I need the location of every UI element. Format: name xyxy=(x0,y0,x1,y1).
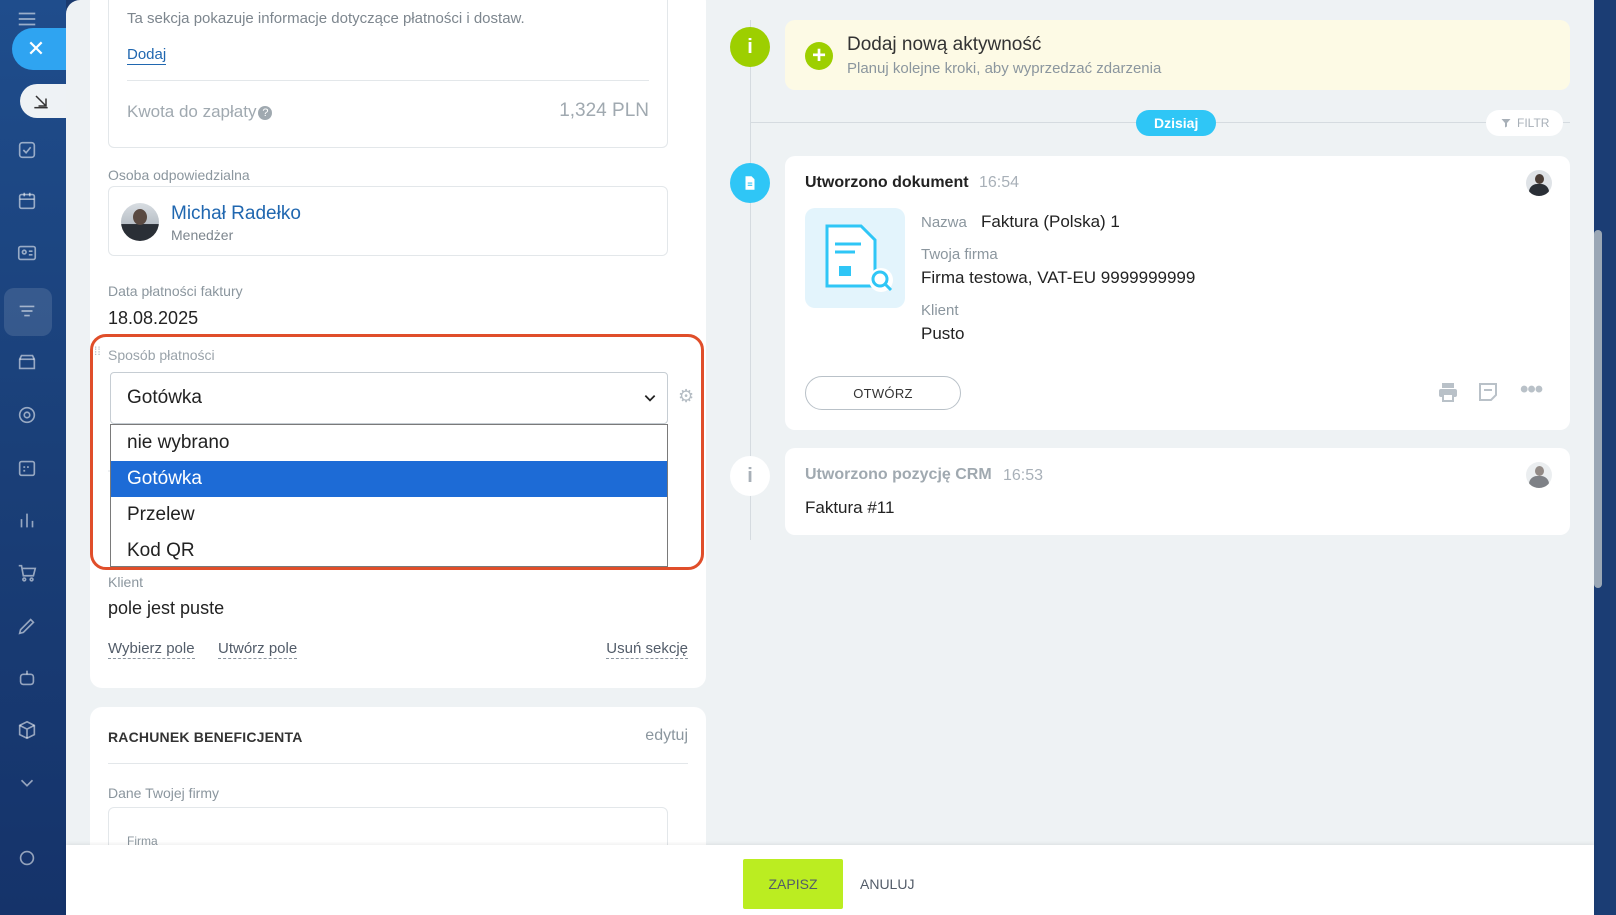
crm-event-title: Utworzono pozycję CRM xyxy=(805,466,992,483)
payment-delivery-box: Ta sekcja pokazuje informacje dotyczące … xyxy=(108,0,668,148)
store-icon[interactable] xyxy=(14,349,40,375)
beneficiary-title: RACHUNEK BENEFICJENTA xyxy=(108,729,303,745)
company-data-label: Dane Twojej firmy xyxy=(108,785,220,801)
crm-event-body: Faktura #11 xyxy=(805,498,895,517)
payment-info-text: Ta sekcja pokazuje informacje dotyczące … xyxy=(127,10,525,27)
amount-value: 1,324 PLN xyxy=(559,100,649,121)
target-icon[interactable] xyxy=(14,402,40,428)
sign-icon[interactable] xyxy=(14,613,40,639)
robot-icon[interactable] xyxy=(14,665,40,691)
help-icon[interactable]: ? xyxy=(258,105,273,120)
filter-label: FILTR xyxy=(1517,116,1550,130)
doc-company-value: Firma testowa, VAT-EU 9999999999 xyxy=(921,268,1196,287)
invoice-preview-icon[interactable] xyxy=(805,208,905,308)
close-icon: ✕ xyxy=(26,36,46,61)
responsible-label: Osoba odpowiedzialna xyxy=(108,167,250,183)
beneficiary-edit-link[interactable]: edytuj xyxy=(645,727,688,745)
amount-label: Kwota do zapłaty? xyxy=(127,102,273,122)
print-icon[interactable] xyxy=(1436,380,1460,404)
responsible-person-box[interactable]: Michał Radełko Menedżer xyxy=(108,186,668,256)
due-date-label: Data płatności faktury xyxy=(108,283,243,299)
responsible-name[interactable]: Michał Radełko xyxy=(171,203,301,225)
schedule-icon[interactable] xyxy=(14,455,40,481)
info-icon: i xyxy=(730,456,770,496)
app-sidebar xyxy=(0,0,66,915)
contact-card-icon[interactable] xyxy=(14,240,40,266)
save-button[interactable]: ZAPISZ xyxy=(743,859,843,909)
divider xyxy=(108,763,688,764)
filter-icon xyxy=(1501,119,1511,128)
cancel-button[interactable]: ANULUJ xyxy=(860,859,914,909)
new-activity-card[interactable]: + Dodaj nową aktywność Planuj kolejne kr… xyxy=(785,20,1570,90)
chevron-down-icon[interactable] xyxy=(14,770,40,796)
tasks-icon[interactable] xyxy=(14,137,40,163)
responsible-role: Menedżer xyxy=(171,227,234,243)
doc-name-value: Faktura (Polska) 1 xyxy=(981,212,1120,231)
doc-event-title: Utworzono dokument xyxy=(805,174,969,191)
client-value: pole jest puste xyxy=(108,598,225,618)
crm-funnel-icon[interactable] xyxy=(14,298,40,324)
doc-name-label: Nazwa xyxy=(921,214,967,231)
crm-event-time: 16:53 xyxy=(1003,467,1044,484)
settings-icon[interactable] xyxy=(14,845,40,871)
box-icon[interactable] xyxy=(14,717,40,743)
avatar xyxy=(121,203,159,241)
avatar xyxy=(1526,170,1552,196)
note-icon[interactable] xyxy=(1476,380,1500,404)
client-label: Klient xyxy=(108,574,144,590)
arrow-down-right-icon xyxy=(34,95,48,109)
avatar xyxy=(1526,462,1552,488)
crm-item-created-card: Utworzono pozycję CRM 16:53 Faktura #11 xyxy=(785,448,1570,535)
scrollbar[interactable] xyxy=(1594,230,1602,588)
highlight-annotation xyxy=(90,334,704,570)
close-slider-button[interactable]: ✕ xyxy=(12,28,68,70)
doc-client-value: Pusto xyxy=(921,324,965,343)
create-field-link[interactable]: Utwórz pole xyxy=(218,640,298,659)
more-options-icon[interactable]: ••• xyxy=(1520,378,1550,404)
cart-icon[interactable] xyxy=(14,560,40,586)
info-icon: i xyxy=(730,27,770,67)
doc-company-label: Twoja firma xyxy=(921,246,998,263)
analytics-icon[interactable] xyxy=(14,507,40,533)
minimize-slider-button[interactable] xyxy=(20,84,68,118)
new-activity-title: Dodaj nową aktywność xyxy=(847,34,1042,55)
remove-section-link[interactable]: Usuń sekcję xyxy=(606,640,688,659)
select-field-link[interactable]: Wybierz pole xyxy=(108,640,195,659)
due-date-value[interactable]: 18.08.2025 xyxy=(108,308,198,329)
bottom-action-bar: ZAPISZ ANULUJ xyxy=(66,845,1594,915)
entity-detail-panel: Ta sekcja pokazuje informacje dotyczące … xyxy=(66,0,1594,915)
divider xyxy=(127,80,649,81)
add-payment-link[interactable]: Dodaj xyxy=(127,46,167,65)
doc-event-time: 16:54 xyxy=(979,174,1020,191)
document-created-card: Utworzono dokument 16:54 Nazwa Faktura (… xyxy=(785,156,1570,430)
doc-client-label: Klient xyxy=(921,302,959,319)
plus-icon[interactable]: + xyxy=(805,42,833,70)
filter-button[interactable]: FILTR xyxy=(1486,110,1564,136)
today-badge: Dzisiaj xyxy=(1136,110,1217,136)
new-activity-subtitle: Planuj kolejne kroki, aby wyprzedzać zda… xyxy=(847,60,1162,77)
document-icon xyxy=(730,163,770,203)
calendar-icon[interactable] xyxy=(14,188,40,214)
open-document-button[interactable]: OTWÓRZ xyxy=(805,376,961,410)
